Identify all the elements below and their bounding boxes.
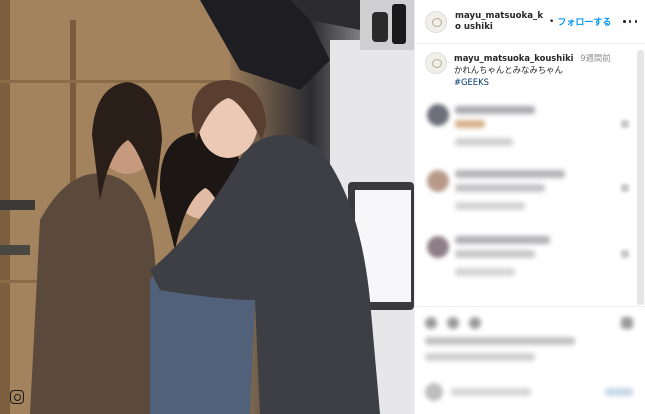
like-icon[interactable] xyxy=(425,317,437,329)
caption-hashtag[interactable]: #GEEKS xyxy=(454,76,611,88)
post-caption: mayu_matsuoka_koushiki 9週間前 かれんちゃんとみなみちゃ… xyxy=(415,44,645,88)
post-date xyxy=(425,353,535,361)
header-username[interactable]: mayu_matsuoka_ko ushiki xyxy=(455,11,545,33)
follow-separator: • xyxy=(549,16,555,27)
post-photo[interactable] xyxy=(0,0,414,414)
caption-time[interactable]: 9週間前 xyxy=(580,53,610,63)
caption-username[interactable]: mayu_matsuoka_koushiki xyxy=(454,53,574,63)
profile-avatar[interactable] xyxy=(425,10,447,33)
post-side-panel: mayu_matsuoka_ko ushiki • フォローする mayu_ma… xyxy=(414,0,645,414)
comment-item xyxy=(415,98,635,164)
share-icon[interactable] xyxy=(469,317,481,329)
bookmark-icon[interactable] xyxy=(621,317,633,329)
post-comment-button[interactable] xyxy=(605,388,633,396)
comments-list xyxy=(415,98,635,296)
likes-summary xyxy=(425,337,575,345)
caption-avatar[interactable] xyxy=(425,52,447,74)
comment-item xyxy=(415,164,635,230)
comment-icon[interactable] xyxy=(447,317,459,329)
emoji-icon[interactable] xyxy=(425,383,443,401)
comments-scrollbar[interactable] xyxy=(637,50,644,305)
post-actions xyxy=(415,306,645,414)
photo-illustration xyxy=(0,0,414,414)
comment-item xyxy=(415,230,635,296)
comment-input[interactable] xyxy=(451,388,531,396)
instagram-glyph-icon xyxy=(10,390,24,404)
caption-text: かれんちゃんとみなみちゃん xyxy=(454,65,563,75)
more-horizontal-icon[interactable] xyxy=(623,15,637,29)
follow-button[interactable]: フォローする xyxy=(557,15,611,28)
post-header: mayu_matsuoka_ko ushiki • フォローする xyxy=(415,0,645,44)
